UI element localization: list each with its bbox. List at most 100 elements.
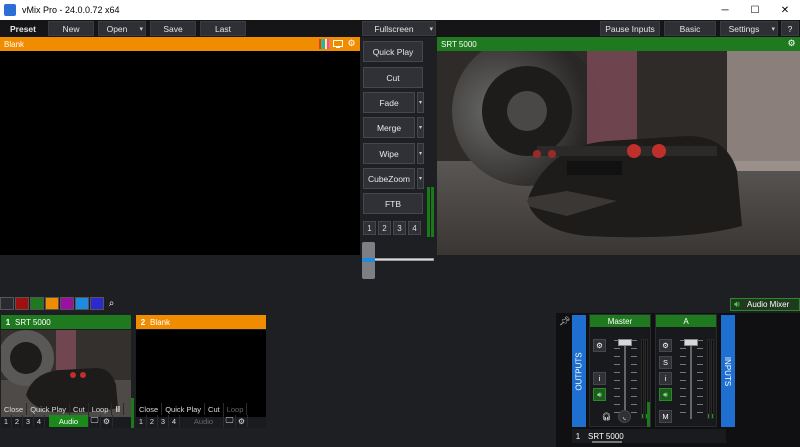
outputs-toggle[interactable]: OUTPUTS (572, 315, 586, 427)
input-1-overlay-2[interactable]: 2 (12, 415, 23, 427)
pause-inputs-button[interactable]: Pause Inputs (600, 21, 660, 36)
bus-a-mute-button[interactable]: M (659, 410, 672, 423)
headphones-icon[interactable]: 🎧︎ (600, 410, 613, 423)
preview-header: Blank ⚙ (0, 37, 360, 51)
mixer-input-row[interactable]: 1 SRT 5000 (572, 429, 726, 443)
color-filter-none[interactable] (0, 297, 14, 310)
master-strip-title[interactable]: Master (590, 315, 650, 327)
color-filter-purple[interactable] (60, 297, 74, 310)
balance-knob-icon[interactable]: ◟ (618, 410, 631, 423)
input-1-cut-button[interactable]: Cut (70, 403, 89, 415)
preview-screen[interactable] (0, 51, 360, 255)
save-button[interactable]: Save (150, 21, 196, 36)
input-1-loop-button[interactable]: Loop (89, 403, 113, 415)
preview-title: Blank (4, 39, 25, 49)
transition-2-button[interactable]: 2 (378, 221, 391, 235)
input-2-cut-button[interactable]: Cut (205, 403, 224, 415)
gear-icon[interactable]: ⚙ (786, 38, 797, 49)
output-screen[interactable] (437, 51, 800, 255)
input-1-controls: Close Quick Play Cut Loop II (1, 403, 125, 415)
transition-1-button[interactable]: 1 (363, 221, 376, 235)
t-bar-handle[interactable] (362, 242, 375, 279)
input-1-overlay-3[interactable]: 3 (23, 415, 34, 427)
input-2-overlay-2[interactable]: 2 (147, 415, 158, 427)
new-button[interactable]: New (48, 21, 94, 36)
input-2-close-button[interactable]: Close (136, 403, 163, 415)
bus-a-solo-button[interactable]: S (659, 356, 672, 369)
audio-mixer-button[interactable]: 🔊︎ Audio Mixer (730, 298, 800, 311)
color-filter-orange[interactable] (45, 297, 59, 310)
close-window-button[interactable]: ✕ (770, 0, 800, 20)
bus-a-speaker-icon[interactable]: 🔊︎ (659, 388, 672, 401)
settings-label: Settings (728, 23, 760, 34)
screen-icon[interactable] (332, 38, 343, 49)
inputs-toggle[interactable]: INPUTS (721, 315, 735, 427)
bus-a-info-button[interactable]: i (659, 372, 672, 385)
input-1-audio-button[interactable]: Audio (49, 415, 89, 427)
cubezoom-dropdown-chevron-icon[interactable]: ▾ (417, 168, 424, 189)
cut-button[interactable]: Cut (363, 67, 423, 88)
open-button[interactable]: Open (98, 21, 146, 36)
master-channel-strip: Master ⚙ i 🔊︎ 🎧︎ ◟ (589, 314, 651, 427)
wipe-button[interactable]: Wipe (363, 143, 415, 164)
preset-button[interactable]: Preset (0, 21, 46, 36)
last-button[interactable]: Last (200, 21, 246, 36)
pin-icon[interactable]: 📌︎ (559, 316, 570, 326)
bus-a-fader-knob[interactable] (684, 339, 698, 346)
input-2-header: 2 Blank (136, 315, 266, 329)
master-info-button[interactable]: i (593, 372, 606, 385)
search-icon[interactable]: ⌕ (105, 297, 118, 310)
fade-button[interactable]: Fade (363, 92, 415, 113)
master-fader-knob[interactable] (618, 339, 632, 346)
input-2-quick-play-button[interactable]: Quick Play (162, 403, 206, 415)
bus-a-strip-title[interactable]: A (656, 315, 716, 327)
main-toolbar: Preset New Open Save Last Fullscreen Pau… (0, 20, 800, 37)
basic-button[interactable]: Basic (664, 21, 716, 36)
merge-dropdown-chevron-icon[interactable]: ▾ (417, 117, 424, 138)
cubezoom-button[interactable]: CubeZoom (363, 168, 415, 189)
gear-icon[interactable]: ⚙ (236, 415, 248, 427)
input-1-overlay-4[interactable]: 4 (34, 415, 45, 427)
color-filter-red[interactable] (15, 297, 29, 310)
wipe-dropdown-chevron-icon[interactable]: ▾ (417, 143, 424, 164)
bus-a-meter-right (711, 339, 714, 419)
bus-a-scale-right (697, 340, 703, 418)
color-filter-lightblue[interactable] (75, 297, 89, 310)
input-2-loop-button[interactable]: Loop (224, 403, 248, 415)
input-1-overlay-1[interactable]: 1 (1, 415, 12, 427)
color-bars-icon[interactable] (318, 38, 329, 49)
gear-icon[interactable]: ⚙ (101, 415, 113, 427)
output-video-image (437, 51, 800, 255)
minimize-button[interactable]: ─ (710, 0, 740, 20)
color-filter-green[interactable] (30, 297, 44, 310)
help-button[interactable]: ? (781, 21, 799, 36)
fade-dropdown-chevron-icon[interactable]: ▾ (417, 92, 424, 113)
maximize-button[interactable]: ☐ (740, 0, 770, 20)
output-header: SRT 5000 ⚙ (437, 37, 800, 51)
input-1-vu-meter (131, 398, 134, 428)
gear-icon[interactable]: ⚙ (593, 339, 606, 352)
input-2-overlay-1[interactable]: 1 (136, 415, 147, 427)
quick-play-button[interactable]: Quick Play (363, 41, 423, 62)
input-2-overlay-3[interactable]: 3 (158, 415, 169, 427)
pause-icon[interactable]: II (112, 403, 125, 415)
transition-4-button[interactable]: 4 (408, 221, 421, 235)
input-1-close-button[interactable]: Close (1, 403, 28, 415)
input-2-audio-button[interactable]: Audio (184, 415, 224, 427)
gear-icon[interactable]: ⚙ (659, 339, 672, 352)
master-speaker-icon[interactable]: 🔊︎ (593, 388, 606, 401)
monitor-icon[interactable]: 🖵︎ (224, 415, 236, 427)
gear-icon[interactable]: ⚙ (346, 38, 357, 49)
color-filter-blue[interactable] (90, 297, 104, 310)
vmix-window: vMix Pro - 24.0.0.72 x64 ─ ☐ ✕ Preset Ne… (0, 0, 800, 447)
monitor-icon[interactable]: 🖵︎ (89, 415, 101, 427)
fullscreen-button[interactable]: Fullscreen (362, 21, 436, 36)
ftb-button[interactable]: FTB (363, 193, 423, 214)
bus-a-meter-left-fill (708, 414, 709, 418)
merge-button[interactable]: Merge (363, 117, 415, 138)
settings-button[interactable]: Settings (720, 21, 778, 36)
input-1-quick-play-button[interactable]: Quick Play (27, 403, 71, 415)
mixer-input-volume-slider[interactable] (592, 441, 622, 443)
transition-3-button[interactable]: 3 (393, 221, 406, 235)
input-2-overlay-4[interactable]: 4 (169, 415, 180, 427)
